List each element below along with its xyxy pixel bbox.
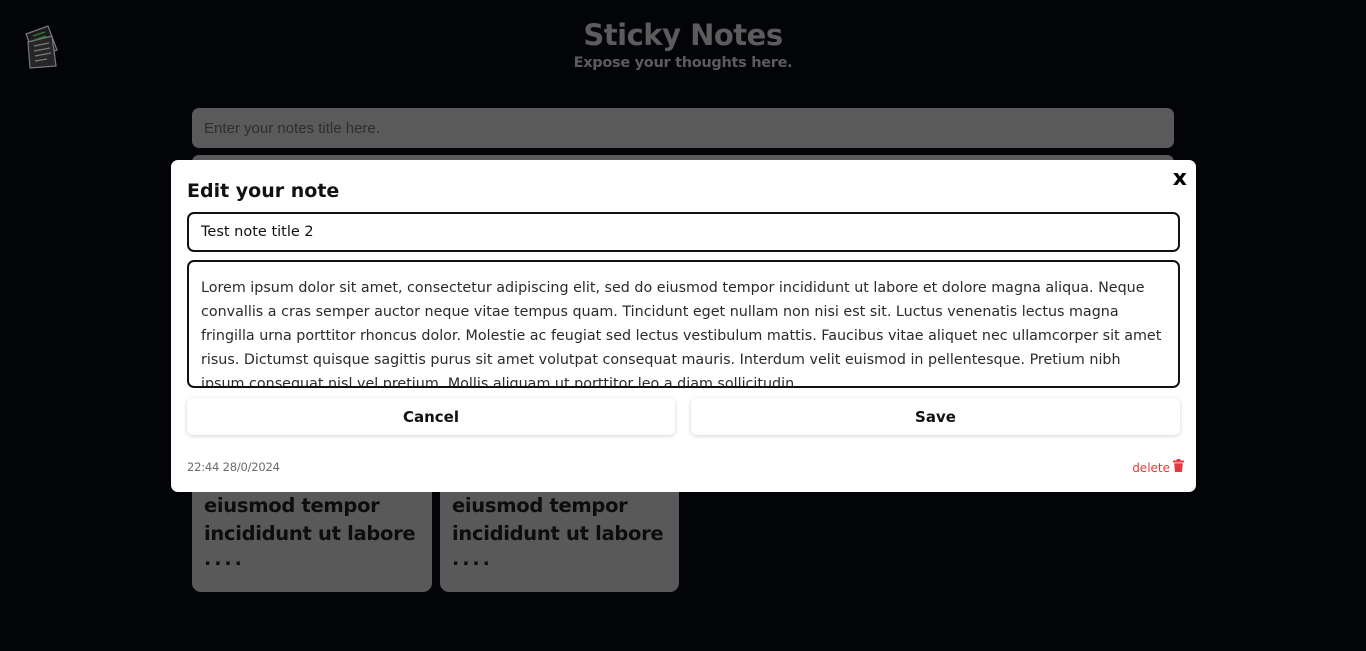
note-card-ellipsis: .... xyxy=(452,548,493,570)
cancel-button[interactable]: Cancel xyxy=(187,398,675,435)
edit-title-input[interactable] xyxy=(187,212,1180,252)
app-title: Sticky Notes xyxy=(583,18,783,52)
sticky-notes-app: Sticky Notes Expose your thoughts here. … xyxy=(0,0,1366,651)
edit-note-modal: x Edit your note Lorem ipsum dolor sit a… xyxy=(171,160,1196,492)
new-note-title-input[interactable] xyxy=(192,108,1174,148)
delete-label: delete xyxy=(1132,461,1170,475)
app-header: Sticky Notes Expose your thoughts here. xyxy=(0,18,1366,71)
note-card-excerpt: eiusmod tempor incididunt ut labore xyxy=(452,494,664,545)
app-subtitle: Expose your thoughts here. xyxy=(573,55,793,71)
delete-button[interactable]: delete xyxy=(1132,459,1184,477)
edit-body-textarea[interactable]: Lorem ipsum dolor sit amet, consectetur … xyxy=(187,260,1180,388)
save-button[interactable]: Save xyxy=(691,398,1180,435)
close-button[interactable]: x xyxy=(1173,166,1187,192)
trash-icon xyxy=(1173,459,1184,477)
note-card-excerpt: eiusmod tempor incididunt ut labore xyxy=(204,494,416,545)
note-card-ellipsis: .... xyxy=(204,548,245,570)
note-timestamp: 22:44 28/0/2024 xyxy=(187,460,280,474)
modal-heading: Edit your note xyxy=(187,180,340,202)
